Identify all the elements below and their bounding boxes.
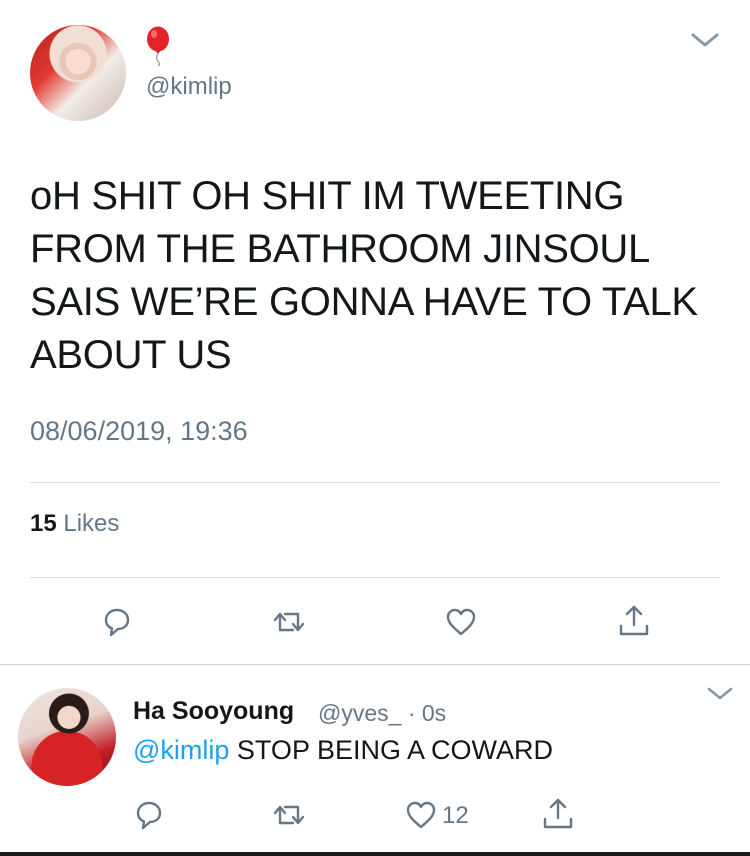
share-icon[interactable] <box>617 603 651 637</box>
like-icon[interactable] <box>404 798 438 832</box>
divider <box>30 577 720 578</box>
avatar-yves[interactable] <box>18 688 116 786</box>
divider <box>30 482 720 483</box>
share-icon[interactable] <box>541 796 575 830</box>
tweet-text: oH SHIT OH SHIT IM TWEETING FROM THE BAT… <box>30 174 698 377</box>
mention-link[interactable]: @kimlip <box>133 735 229 765</box>
bottom-edge <box>0 852 750 856</box>
retweet-icon[interactable] <box>272 605 306 639</box>
section-divider <box>0 664 750 665</box>
retweet-icon[interactable] <box>272 798 306 832</box>
likes-label: Likes <box>63 510 120 537</box>
like-icon[interactable] <box>444 605 478 639</box>
avatar-kimlip[interactable] <box>30 25 126 121</box>
reply-text: @kimlip STOP BEING A COWARD <box>133 735 553 766</box>
reply-like-count: 12 <box>442 802 469 829</box>
balloon-emoji-icon <box>147 26 169 66</box>
reply-author-name[interactable]: Ha Sooyoung <box>133 697 294 726</box>
reply-body: STOP BEING A COWARD <box>229 735 553 765</box>
author-handle[interactable]: @kimlip <box>146 73 232 101</box>
likes-summary[interactable]: 15 Likes <box>30 510 119 538</box>
reply-icon[interactable] <box>100 605 134 639</box>
likes-count: 15 <box>30 510 57 537</box>
chevron-down-icon[interactable] <box>706 686 734 702</box>
reply-handle-time: @yves_ · 0s <box>318 700 447 726</box>
reply-icon[interactable] <box>132 798 166 832</box>
tweet-timestamp: 08/06/2019, 19:36 <box>30 416 248 446</box>
chevron-down-icon[interactable] <box>690 30 720 50</box>
